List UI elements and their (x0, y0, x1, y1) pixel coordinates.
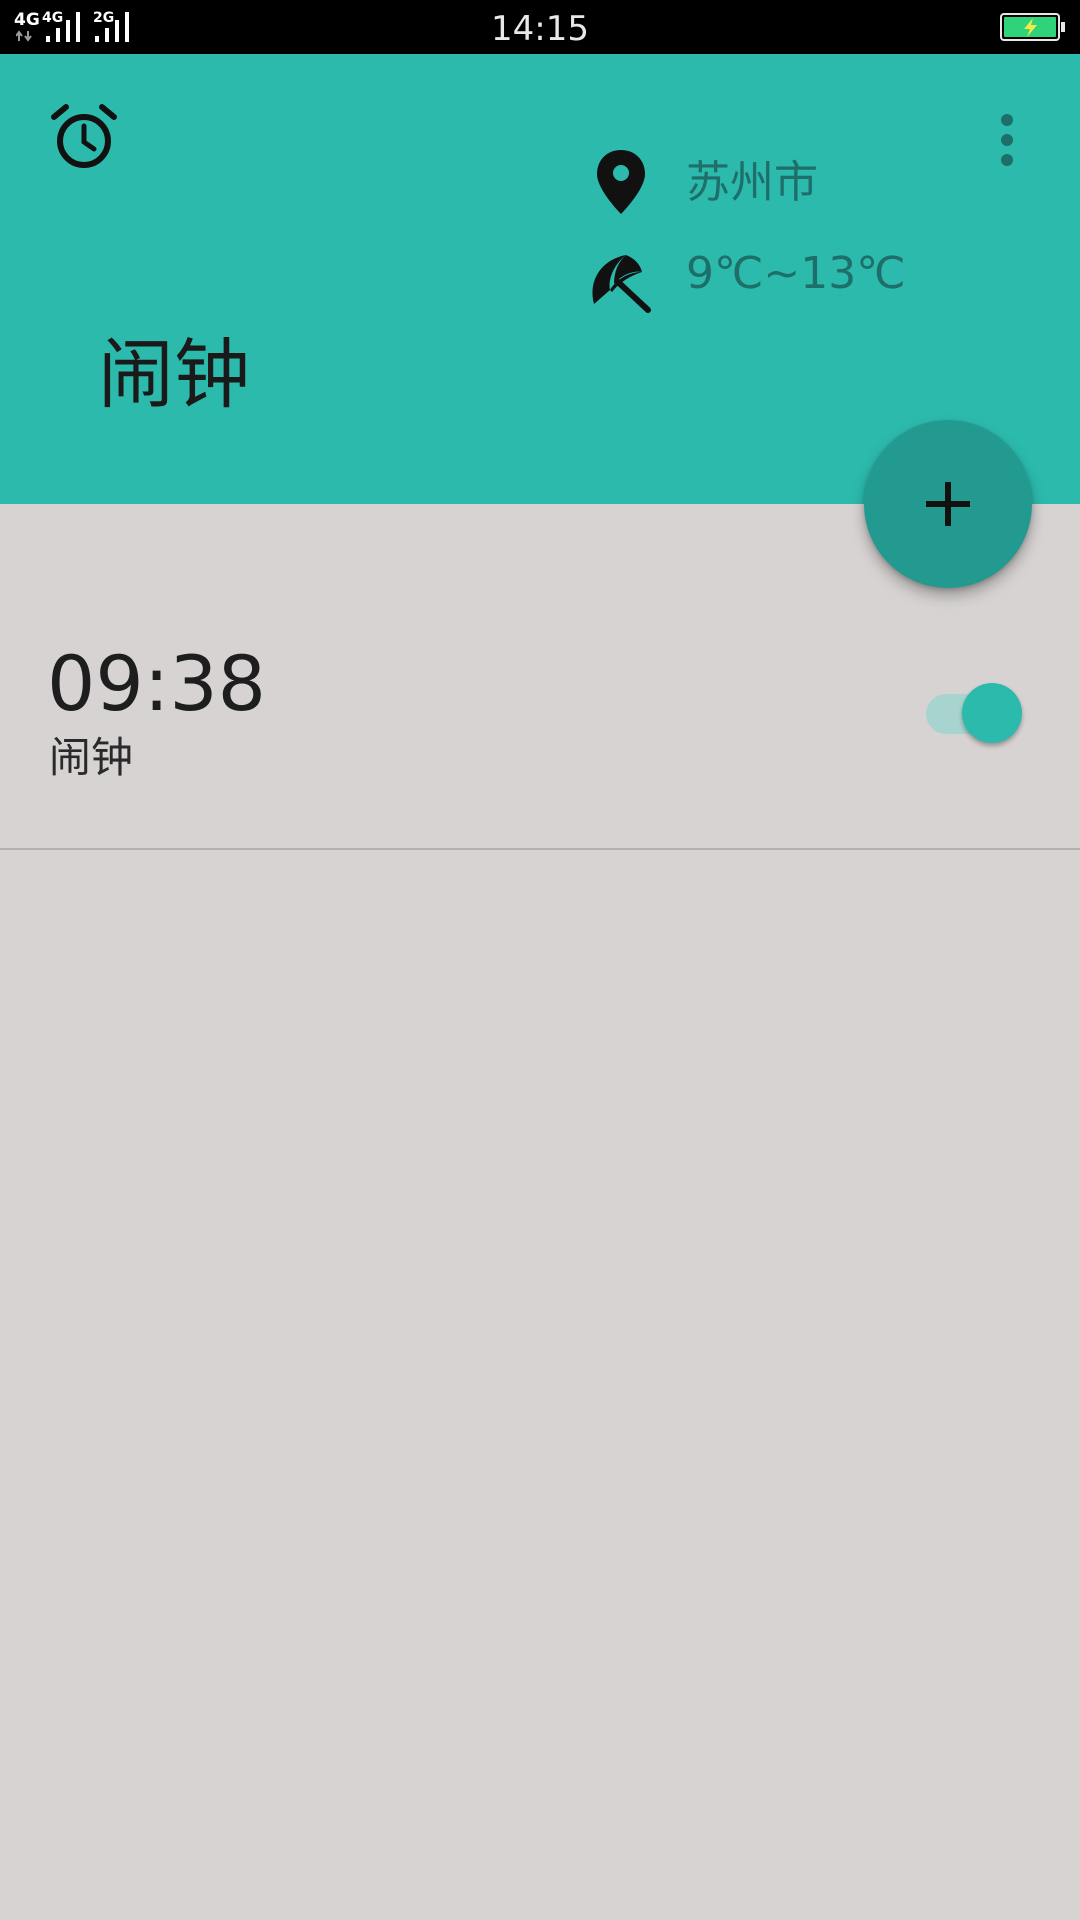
battery-charging-icon (1000, 13, 1065, 41)
map-pin-icon (597, 150, 645, 214)
status-bar: 4G 4G 2G 14:15 (0, 0, 1080, 54)
location-city: 苏州市 (686, 157, 818, 208)
alarm-enable-toggle[interactable] (924, 682, 1024, 746)
add-alarm-button[interactable] (864, 420, 1032, 588)
status-time: 14:15 (491, 9, 589, 49)
alarm-clock-icon[interactable] (50, 104, 118, 172)
alarm-time: 09:38 (47, 639, 267, 728)
list-divider (0, 848, 1080, 850)
more-vertical-icon[interactable] (997, 112, 1017, 168)
umbrella-icon (592, 255, 651, 313)
alarm-list-item[interactable]: 09:38 闹钟 (0, 600, 1080, 848)
page-title: 闹钟 (98, 330, 250, 419)
temperature-range: 9℃~13℃ (686, 248, 906, 299)
toggle-thumb (962, 683, 1022, 743)
plus-icon (926, 482, 970, 526)
alarm-screen: 4G 4G 2G 14:15 苏州市 9℃~13℃ 闹钟 09:38 闹钟 (0, 0, 1080, 1920)
alarm-label: 闹钟 (49, 733, 134, 782)
